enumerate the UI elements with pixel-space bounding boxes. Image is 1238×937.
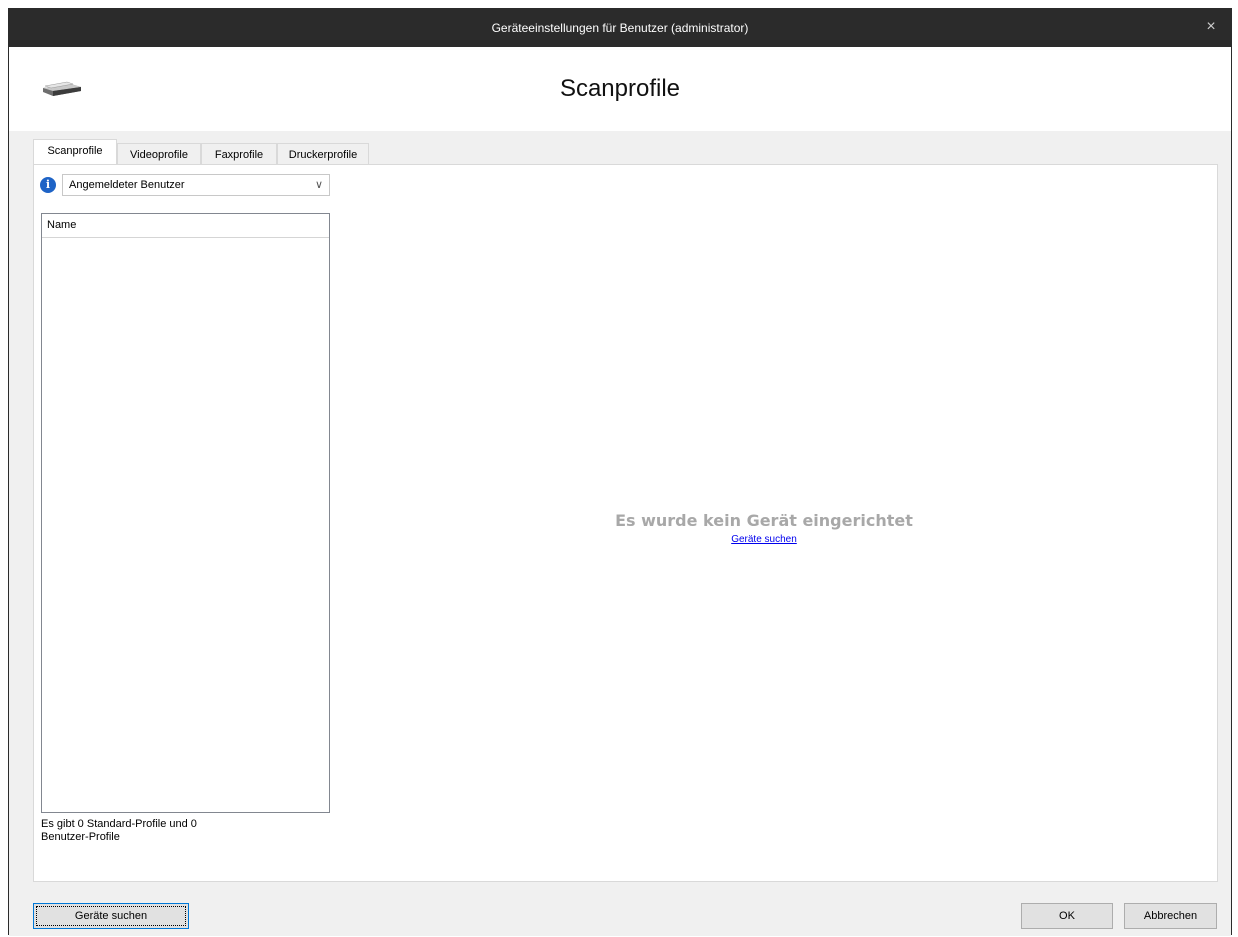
tab-druckerprofile[interactable]: Druckerprofile	[277, 143, 369, 165]
dialog-header: Scanprofile	[9, 47, 1231, 139]
search-devices-link[interactable]: Geräte suchen	[731, 534, 797, 545]
profile-list[interactable]: Name	[41, 213, 330, 813]
empty-state-message: Es wurde kein Gerät eingerichtet	[615, 511, 913, 530]
settings-window: Geräteeinstellungen für Benutzer (admini…	[8, 8, 1232, 936]
tab-faxprofile[interactable]: Faxprofile	[201, 143, 277, 165]
empty-state: Es wurde kein Gerät eingerichtet Geräte …	[594, 511, 934, 545]
tab-panel: i Angemeldeter Benutzer ∨ Name Es gibt 0…	[33, 164, 1218, 882]
search-devices-button[interactable]: Geräte suchen	[33, 903, 189, 929]
column-header-name[interactable]: Name	[42, 214, 329, 238]
column-header-label: Name	[47, 219, 77, 231]
cancel-button[interactable]: Abbrechen	[1124, 903, 1217, 929]
info-icon[interactable]: i	[40, 177, 56, 193]
page-title: Scanprofile	[559, 75, 681, 102]
close-icon[interactable]: ×	[1203, 19, 1219, 35]
chevron-down-icon: ∨	[314, 179, 323, 191]
tab-scanprofile[interactable]: Scanprofile	[33, 139, 117, 166]
summary-line-2: Benutzer-Profile	[41, 831, 120, 843]
select-value: Angemeldeter Benutzer	[69, 179, 185, 191]
summary-line-1: Es gibt 0 Standard-Profile und 0	[41, 818, 197, 830]
title-bar[interactable]: Geräteeinstellungen für Benutzer (admini…	[9, 9, 1231, 47]
tab-videoprofile[interactable]: Videoprofile	[117, 143, 201, 165]
ok-button[interactable]: OK	[1021, 903, 1113, 929]
window-title: Geräteeinstellungen für Benutzer (admini…	[491, 21, 749, 35]
profile-summary: Es gibt 0 Standard-Profile und 0 Benutze…	[41, 818, 301, 844]
user-scope-select[interactable]: Angemeldeter Benutzer ∨	[62, 174, 330, 196]
dialog-body: Scanprofile Videoprofile Faxprofile Druc…	[9, 131, 1231, 936]
